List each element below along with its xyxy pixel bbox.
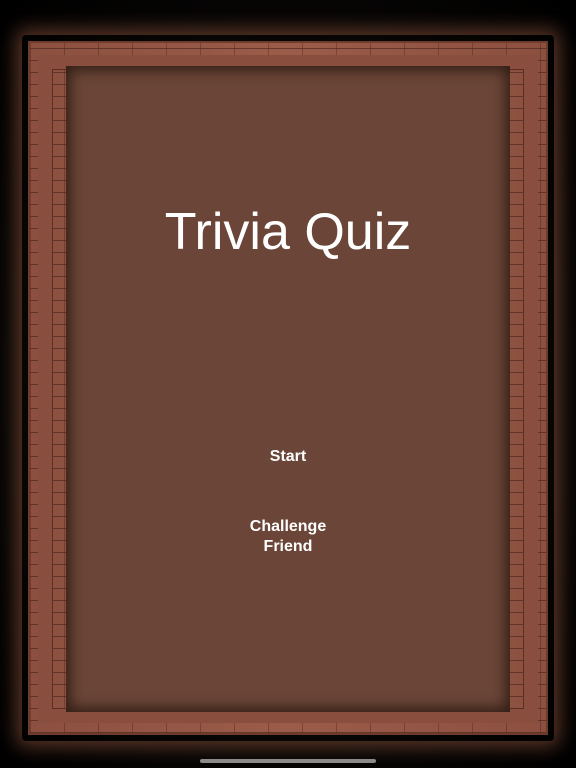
- start-label: Start: [269, 448, 307, 465]
- challenge-label-line1: Challenge: [249, 518, 327, 535]
- challenge-friend-button[interactable]: Challenge Friend: [188, 517, 388, 557]
- start-button[interactable]: Start: [188, 447, 388, 467]
- app-screen: Trivia Quiz Start Challenge Friend: [0, 0, 576, 768]
- game-board: [66, 66, 510, 712]
- game-title: Trivia Quiz: [164, 203, 412, 261]
- challenge-label-line2: Friend: [263, 538, 313, 555]
- home-indicator[interactable]: [200, 759, 376, 763]
